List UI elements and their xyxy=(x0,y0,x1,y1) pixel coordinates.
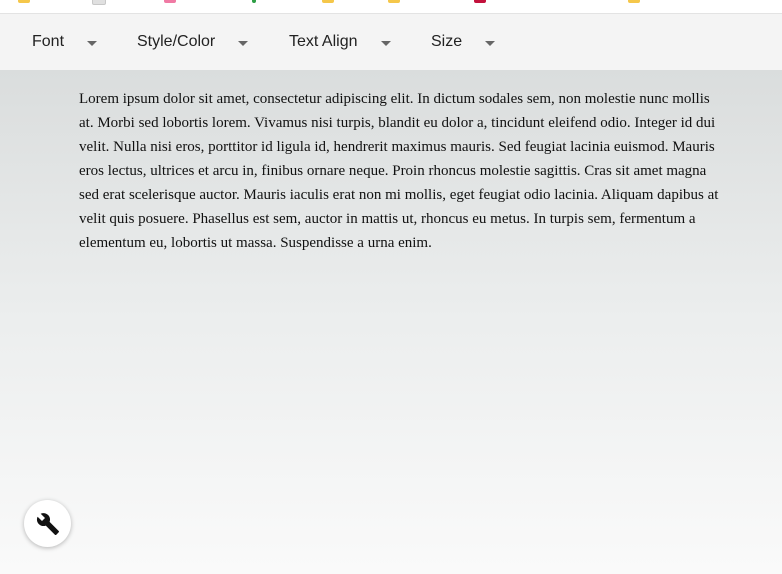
size-menu[interactable]: Size xyxy=(431,14,496,70)
style-color-menu-label: Style/Color xyxy=(137,33,216,50)
formatting-toolbar: Font Style/Color Text Align Size xyxy=(0,14,782,70)
bookmark-pink-icon[interactable] xyxy=(164,0,176,3)
bookmark-folder-icon[interactable] xyxy=(628,0,640,3)
style-color-menu[interactable]: Style/Color xyxy=(137,14,249,70)
bookmark-green-icon[interactable] xyxy=(252,0,256,3)
text-align-menu[interactable]: Text Align xyxy=(289,14,392,70)
chevron-down-icon xyxy=(485,40,496,46)
body-paragraph[interactable]: Lorem ipsum dolor sit amet, consectetur … xyxy=(79,87,719,255)
bookmark-folder-icon[interactable] xyxy=(322,0,334,3)
bookmark-folder-icon[interactable] xyxy=(388,0,400,3)
bookmark-folder-icon[interactable] xyxy=(18,0,30,3)
editor-content-area[interactable]: Lorem ipsum dolor sit amet, consectetur … xyxy=(0,70,782,574)
bookmark-page-icon[interactable] xyxy=(92,0,106,5)
bookmarks-bar xyxy=(0,0,782,14)
font-menu-label: Font xyxy=(32,33,65,50)
tools-button[interactable] xyxy=(24,500,71,547)
chevron-down-icon xyxy=(238,40,249,46)
chevron-down-icon xyxy=(381,40,392,46)
wrench-icon xyxy=(36,512,60,536)
size-menu-label: Size xyxy=(431,33,463,50)
text-align-menu-label: Text Align xyxy=(289,33,358,50)
chevron-down-icon xyxy=(87,40,98,46)
bookmark-red-icon[interactable] xyxy=(474,0,486,3)
font-menu[interactable]: Font xyxy=(32,14,98,70)
